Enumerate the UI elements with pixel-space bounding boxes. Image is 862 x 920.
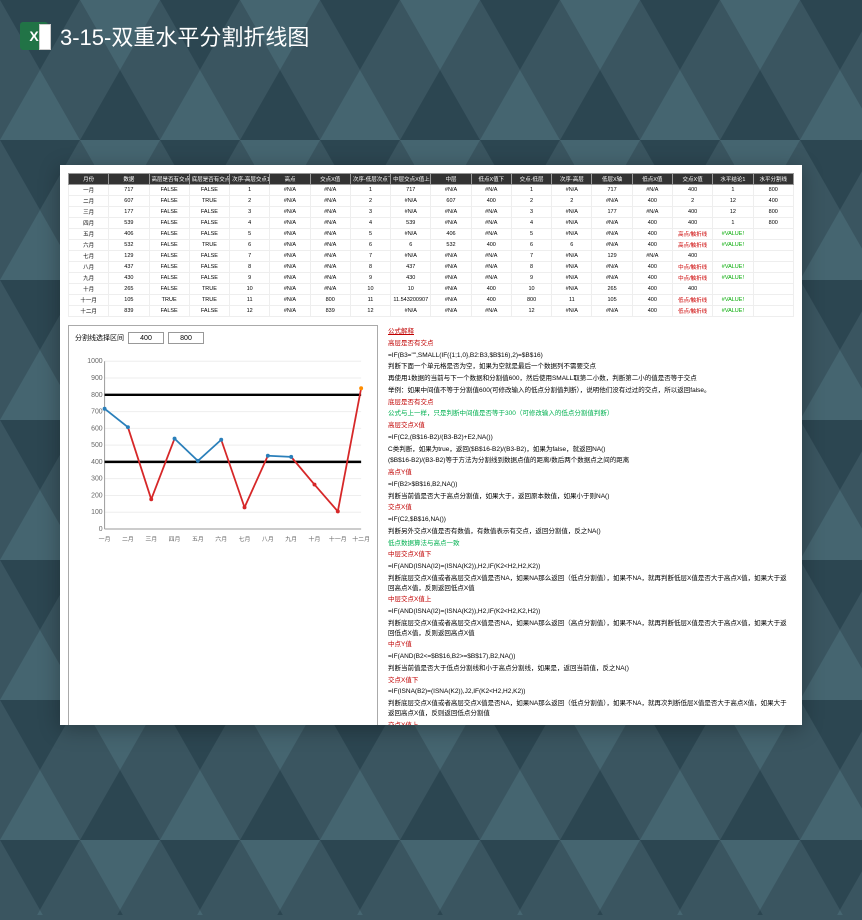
data-table: 月份数据高层是否有交点底层是否有交点次序-高层交点1高点交点X值次序-低层次点下… [68, 173, 794, 317]
table-header: 次序-低层次点下 [350, 174, 390, 185]
table-header: 低层X轴 [592, 174, 632, 185]
table-row: 一月717FALSEFALSE1#N/A#N/A1717#N/A#N/A1#N/… [69, 185, 794, 196]
svg-text:200: 200 [91, 492, 103, 499]
table-header: 月份 [69, 174, 109, 185]
range-label: 分割线选择区间 [75, 333, 124, 343]
svg-text:900: 900 [91, 375, 103, 382]
table-header: 水平分割线 [753, 174, 793, 185]
table-header: 底层是否有交点 [189, 174, 229, 185]
table-row: 十月265FALSETRUE10#N/A#N/A1010#N/A40010#N/… [69, 284, 794, 295]
table-header: 交点-低层 [511, 174, 551, 185]
svg-text:九月: 九月 [285, 535, 297, 543]
svg-text:600: 600 [91, 425, 103, 432]
table-header: 低点X值下 [471, 174, 511, 185]
table-row: 十二月839FALSEFALSE12#N/A83912#N/A#N/A#N/A1… [69, 306, 794, 317]
table-row: 七月129FALSEFALSE7#N/A#N/A7#N/A#N/A#N/A7#N… [69, 251, 794, 262]
svg-text:400: 400 [91, 459, 103, 466]
svg-text:800: 800 [91, 392, 103, 399]
svg-text:七月: 七月 [239, 535, 251, 543]
svg-text:二月: 二月 [122, 536, 134, 543]
chart-panel: 分割线选择区间 0 100 200 300 400 500 600 700 800 900 1000… [68, 325, 378, 725]
table-header: 交点X值 [672, 174, 712, 185]
svg-text:一月: 一月 [99, 536, 111, 543]
svg-text:1000: 1000 [87, 358, 102, 365]
table-header: 高层是否有交点 [149, 174, 189, 185]
svg-text:300: 300 [91, 476, 103, 483]
spreadsheet-sheet: 月份数据高层是否有交点底层是否有交点次序-高层交点1高点交点X值次序-低层次点下… [60, 165, 802, 725]
svg-text:500: 500 [91, 442, 103, 449]
excel-icon [20, 22, 48, 50]
svg-text:八月: 八月 [262, 536, 274, 543]
svg-text:十一月: 十一月 [329, 535, 347, 543]
table-header: 低点X值 [632, 174, 672, 185]
svg-text:700: 700 [91, 409, 103, 416]
table-header: 交点X值 [310, 174, 350, 185]
table-header: 次序-高层交点1 [230, 174, 270, 185]
page-title: 3-15-双重水平分割折线图 [60, 20, 309, 52]
table-header: 中层 [431, 174, 471, 185]
svg-text:100: 100 [91, 509, 103, 516]
formula-explanation: 公式解释 高层是否有交点 =IF(B3="",SMALL(IF({1;1,0},… [386, 325, 794, 725]
table-row: 三月177FALSEFALSE3#N/A#N/A3#N/A#N/A#N/A3#N… [69, 207, 794, 218]
table-header: 高点 [270, 174, 310, 185]
svg-text:三月: 三月 [145, 536, 157, 543]
range-input-low[interactable] [128, 332, 164, 344]
svg-text:十二月: 十二月 [352, 535, 370, 543]
table-row: 五月406FALSEFALSE5#N/A#N/A5#N/A406#N/A5#N/… [69, 229, 794, 240]
svg-text:四月: 四月 [169, 536, 181, 543]
svg-text:十月: 十月 [309, 535, 321, 543]
table-row: 十一月105TRUETRUE11#N/A8001111.543200907#N/… [69, 295, 794, 306]
table-row: 六月532FALSETRUE6#N/A#N/A6653240066#N/A400… [69, 240, 794, 251]
svg-text:0: 0 [99, 526, 103, 533]
header: 3-15-双重水平分割折线图 [20, 20, 309, 52]
table-header: 数据 [109, 174, 149, 185]
range-input-high[interactable] [168, 332, 204, 344]
table-row: 九月430FALSEFALSE9#N/A#N/A9430#N/A#N/A9#N/… [69, 273, 794, 284]
table-row: 二月607FALSETRUE2#N/A#N/A2#N/A60740022#N/A… [69, 196, 794, 207]
svg-text:五月: 五月 [192, 536, 204, 543]
table-header: 中层交点X值上 [391, 174, 431, 185]
table-row: 八月437FALSEFALSE8#N/A#N/A8437#N/A#N/A8#N/… [69, 262, 794, 273]
table-header: 水平结论1 [713, 174, 753, 185]
svg-text:六月: 六月 [215, 535, 227, 543]
line-chart: 0 100 200 300 400 500 600 700 800 900 1000 一月 二月 三月 四… [75, 350, 371, 560]
table-row: 四月539FALSEFALSE4#N/A#N/A4539#N/A#N/A4#N/… [69, 218, 794, 229]
table-header: 次序-高层 [552, 174, 592, 185]
